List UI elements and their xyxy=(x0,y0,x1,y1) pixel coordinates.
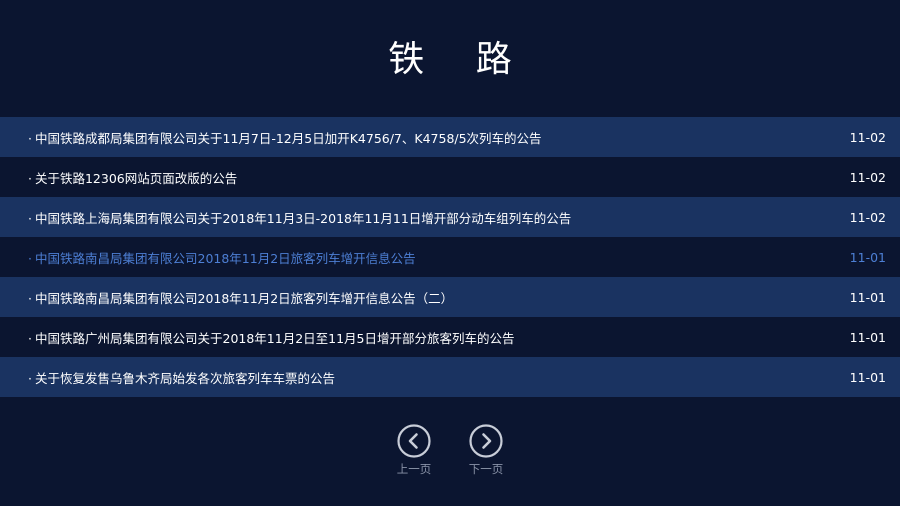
notice-title-link[interactable]: 中国铁路上海局集团有限公司关于2018年11月3日-2018年11月11日增开部… xyxy=(28,208,571,227)
notice-title-link[interactable]: 中国铁路南昌局集团有限公司2018年11月2日旅客列车增开信息公告（二） xyxy=(28,288,453,307)
notice-date: 11-01 xyxy=(849,249,886,265)
notice-date: 11-01 xyxy=(849,369,886,385)
notice-date: 11-01 xyxy=(849,329,886,345)
prev-page-label: 上一页 xyxy=(396,462,432,476)
prev-page-button[interactable]: 上一页 xyxy=(395,424,433,477)
notice-row[interactable]: 中国铁路成都局集团有限公司关于11月7日-12月5日加开K4756/7、K475… xyxy=(0,117,900,157)
next-page-label: 下一页 xyxy=(468,462,504,476)
notice-date: 11-02 xyxy=(849,209,886,225)
notice-title-link[interactable]: 中国铁路南昌局集团有限公司2018年11月2日旅客列车增开信息公告 xyxy=(28,248,416,267)
notice-title-link[interactable]: 关于恢复发售乌鲁木齐局始发各次旅客列车车票的公告 xyxy=(28,368,335,387)
notice-row[interactable]: 中国铁路广州局集团有限公司关于2018年11月2日至11月5日增开部分旅客列车的… xyxy=(0,317,900,357)
notice-row[interactable]: 关于恢复发售乌鲁木齐局始发各次旅客列车车票的公告 11-01 xyxy=(0,357,900,397)
page-title: 铁 路 xyxy=(388,39,532,80)
notice-date: 11-02 xyxy=(849,129,886,145)
pagination: 上一页 下一页 xyxy=(0,424,900,477)
notice-date: 11-01 xyxy=(849,289,886,305)
notice-row[interactable]: 关于铁路12306网站页面改版的公告 11-02 xyxy=(0,157,900,197)
next-page-button[interactable]: 下一页 xyxy=(467,424,505,477)
chevron-right-circle-icon[interactable] xyxy=(469,424,503,458)
notice-row-active[interactable]: 中国铁路南昌局集团有限公司2018年11月2日旅客列车增开信息公告 11-01 xyxy=(0,237,900,277)
notice-title-link[interactable]: 中国铁路成都局集团有限公司关于11月7日-12月5日加开K4756/7、K475… xyxy=(28,128,542,147)
notice-row[interactable]: 中国铁路上海局集团有限公司关于2018年11月3日-2018年11月11日增开部… xyxy=(0,197,900,237)
notice-list: 中国铁路成都局集团有限公司关于11月7日-12月5日加开K4756/7、K475… xyxy=(0,117,900,397)
notice-row[interactable]: 中国铁路南昌局集团有限公司2018年11月2日旅客列车增开信息公告（二） 11-… xyxy=(0,277,900,317)
notice-date: 11-02 xyxy=(849,169,886,185)
chevron-left-circle-icon[interactable] xyxy=(397,424,431,458)
notice-title-link[interactable]: 关于铁路12306网站页面改版的公告 xyxy=(28,168,237,187)
notice-title-link[interactable]: 中国铁路广州局集团有限公司关于2018年11月2日至11月5日增开部分旅客列车的… xyxy=(28,328,515,347)
